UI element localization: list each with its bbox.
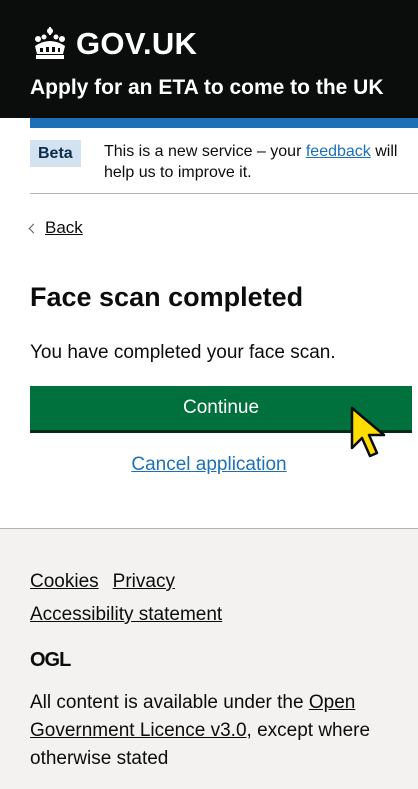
footer-links: Cookies Privacy Accessibility statement — [30, 565, 236, 631]
logo-text: GOV.UK — [76, 26, 198, 61]
ogl-logo: OGL — [30, 649, 71, 671]
licence-text-before: All content is available under the — [30, 692, 309, 713]
cancel-application-link[interactable]: Cancel application — [0, 454, 418, 476]
service-name[interactable]: Apply for an ETA to come to the UK — [30, 76, 384, 100]
feedback-link[interactable]: feedback — [306, 143, 371, 160]
site-footer: Cookies Privacy Accessibility statement O… — [0, 528, 418, 789]
licence-text: All content is available under the Open … — [30, 689, 405, 773]
phase-banner: Beta This is a new service – your feedba… — [30, 128, 418, 194]
crown-icon — [35, 27, 65, 59]
accessibility-statement-link[interactable]: Accessibility statement — [30, 604, 222, 625]
phase-banner-text: This is a new service – your feedback wi… — [104, 141, 404, 183]
back-link[interactable]: Back — [28, 218, 83, 238]
govuk-logo-link[interactable]: GOV.UK — [30, 26, 197, 62]
header-blue-bar — [30, 118, 418, 128]
phase-text-before: This is a new service – your — [104, 143, 306, 160]
body-text: You have completed your face scan. — [30, 342, 336, 363]
beta-tag: Beta — [30, 140, 81, 167]
privacy-link[interactable]: Privacy — [113, 571, 175, 592]
site-header: GOV.UK Apply for an ETA to come to the U… — [0, 0, 418, 118]
chevron-left-icon — [28, 223, 39, 234]
cookies-link[interactable]: Cookies — [30, 571, 99, 592]
page-title: Face scan completed — [30, 282, 304, 312]
back-link-label: Back — [45, 218, 83, 237]
